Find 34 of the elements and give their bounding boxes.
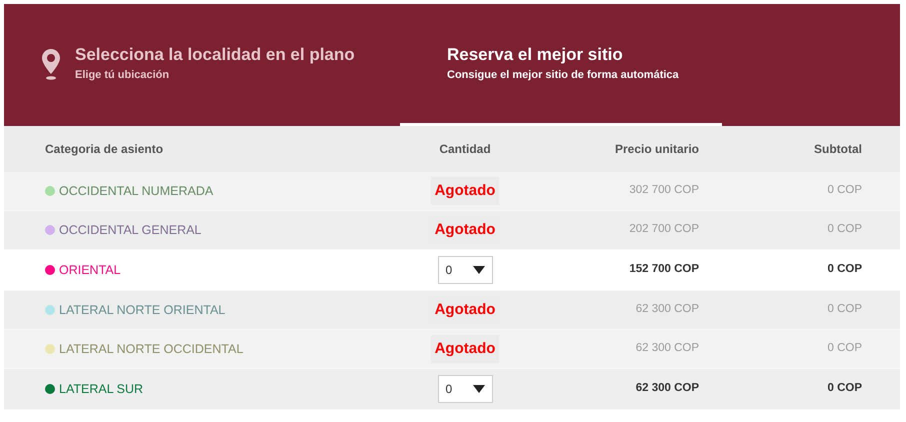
unit-price: 202 700 COP	[629, 222, 699, 238]
category-name: LATERAL SUR	[59, 380, 144, 398]
category-name: OCCIDENTAL NUMERADA	[59, 182, 214, 200]
unit-price: 62 300 COP	[636, 302, 699, 318]
tab-subtitle: Elige tú ubicación	[75, 68, 170, 82]
subtotal: 0 COP	[827, 222, 862, 238]
map-pin-icon	[42, 48, 60, 80]
category-name: LATERAL NORTE OCCIDENTAL	[59, 340, 244, 358]
category-name: OCCIDENTAL GENERAL	[59, 222, 202, 239]
subtotal: 0 COP	[827, 302, 862, 318]
column-header: Subtotal	[814, 141, 862, 158]
unit-price: 302 700 COP	[629, 183, 699, 198]
tab-title: Reserva el mejor sitio	[447, 44, 624, 66]
subtotal: 0 COP	[827, 341, 862, 356]
column-header: Precio unitario	[614, 141, 699, 158]
quantity-select[interactable]: 0	[438, 375, 492, 403]
caret-icon	[472, 266, 484, 274]
tab-subtitle: Consigue el mejor sitio de forma automática	[447, 68, 679, 82]
sold-out-label: Agotado	[430, 334, 500, 364]
tab-title: Selecciona la localidad en el plano	[75, 44, 355, 66]
unit-price: 62 300 COP	[636, 381, 699, 396]
category-name: LATERAL NORTE ORIENTAL	[59, 302, 226, 319]
column-header: Categoria de asiento	[45, 142, 164, 156]
quantity-select[interactable]: 0	[438, 256, 492, 284]
column-header: Cantidad	[439, 141, 491, 158]
unit-price: 152 700 COP	[629, 262, 699, 278]
subtotal: 0 COP	[827, 262, 862, 278]
caret-icon	[472, 385, 484, 393]
subtotal: 0 COP	[827, 381, 862, 396]
subtotal: 0 COP	[827, 183, 862, 198]
tab[interactable]: Selecciona la localidad en el plano Elige tú ubicación	[4, 4, 400, 126]
sold-out-label: Agotado	[430, 176, 500, 206]
unit-price: 62 300 COP	[636, 341, 699, 356]
category-name: ORIENTAL	[59, 262, 121, 279]
